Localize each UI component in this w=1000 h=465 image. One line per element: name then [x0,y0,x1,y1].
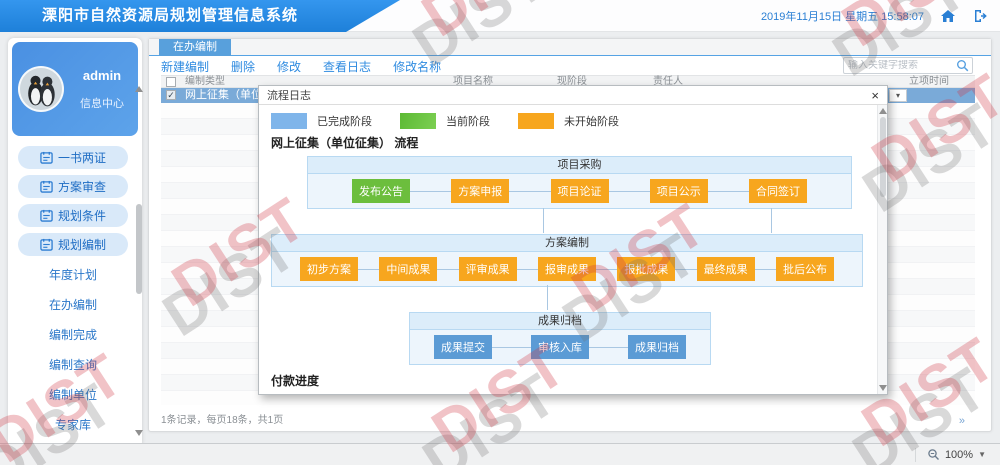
sidebar-item-zaibanbianzhi[interactable]: 在办编制 [18,292,128,316]
payment-progress-title: 付款进度 [271,372,867,389]
flow-connector [543,208,544,233]
flow-connector [771,208,772,233]
home-icon[interactable] [940,8,956,24]
next-page-button[interactable]: » [959,415,965,427]
view-log-button[interactable]: 查看日志 [323,58,371,75]
scrollbar-thumb[interactable] [880,117,886,197]
row-checkbox-checked[interactable]: ✓ [166,90,176,100]
sidebar-item-guihuatiaojian[interactable]: 规划条件 [18,204,128,227]
app-title: 溧阳市自然资源局规划管理信息系统 [42,0,298,32]
legend-swatch-current [400,113,436,129]
zoom-level: 100% [945,449,973,461]
sidebar-scrollbar[interactable] [135,86,143,436]
header-datetime: 2019年11月15日 星期五 15:58:07 [761,8,924,24]
legend-swatch-not-started [518,113,554,129]
column-header: 编制类型 [185,76,225,88]
sidebar-item-yishuliangzheng[interactable]: 一书两证 [18,146,128,169]
flow-title: 网上征集（单位征集） 流程 [271,134,867,151]
process-log-dialog: 流程日志 × 已完成阶段 当前阶段 未开始阶段 网上征集（单位征集） 流程 项目… [258,85,888,395]
sidebar-item-zhuanjiaku[interactable]: 专家库 [18,412,128,436]
flow-diagram: 项目采购 发布公告 方案申报 项目论证 项目公示 合同签订 方案编制 [271,156,869,365]
flow-node[interactable]: 报审成果 [538,257,596,281]
divider [915,448,916,462]
legend-label: 当前阶段 [446,113,490,129]
user-name: admin [83,68,121,83]
browser-status-bar: 100% ▼ [0,443,1000,465]
sidebar-item-bianzhichaxun[interactable]: 编制查询 [18,352,128,376]
flow-node[interactable]: 评审成果 [459,257,517,281]
dialog-content: 已完成阶段 当前阶段 未开始阶段 网上征集（单位征集） 流程 项目采购 发布公告… [259,105,877,394]
search-input[interactable] [844,60,956,71]
pagination-info: 1条记录，每页18条，共1页 [161,411,283,426]
sidebar-item-bianzhiwancheng[interactable]: 编制完成 [18,322,128,346]
scroll-up-icon[interactable] [879,108,887,114]
form-icon [40,151,53,164]
sidebar-item-niandujihua[interactable]: 年度计划 [18,262,128,286]
flow-node[interactable]: 合同签订 [749,179,807,203]
sidebar-item-guihuabianzhi[interactable]: 规划编制 [18,233,128,256]
form-icon [40,180,53,193]
scroll-down-icon[interactable] [135,430,143,436]
section-title: 成果归档 [410,313,710,330]
scroll-up-icon[interactable] [135,86,143,92]
avatar [18,66,64,112]
flow-node[interactable]: 项目公示 [650,179,708,203]
rename-button[interactable]: 修改名称 [393,58,441,75]
sidebar-item-bianzhidanwei[interactable]: 编制单位 [18,382,128,406]
flow-node[interactable]: 项目论证 [551,179,609,203]
dialog-title: 流程日志 [267,87,311,103]
flow-node[interactable]: 初步方案 [300,257,358,281]
search-icon[interactable] [956,59,969,72]
flow-node[interactable]: 方案申报 [451,179,509,203]
app-header: 溧阳市自然资源局规划管理信息系统 2019年11月15日 星期五 15:58:0… [0,0,1000,32]
section-plan-compilation: 方案编制 初步方案 中间成果 评审成果 报审成果 报批成果 最终成果 批后公布 [271,234,863,287]
flow-node[interactable]: 成果归档 [628,335,686,359]
delete-button[interactable]: 删除 [231,58,255,75]
tab-zaibanbianzhi[interactable]: 在办编制 [159,39,231,56]
form-icon [40,209,53,222]
search-box [843,57,973,74]
user-card: admin 信息中心 [12,42,138,136]
column-header: 立项时间 [909,76,949,88]
row-date-dropdown[interactable]: ▾ [889,89,907,102]
flow-node[interactable]: 审核入库 [531,335,589,359]
legend-label: 已完成阶段 [317,113,372,129]
toolbar: 新建编制 删除 修改 查看日志 修改名称 [149,56,991,76]
flow-node[interactable]: 批后公布 [776,257,834,281]
section-title: 项目采购 [308,157,851,174]
dialog-titlebar: 流程日志 × [259,86,887,105]
sidebar-item-fanganshencha[interactable]: 方案审查 [18,175,128,198]
logout-icon[interactable] [972,8,988,24]
user-department: 信息中心 [80,95,124,111]
form-icon [40,238,53,251]
scroll-down-icon[interactable] [879,385,887,391]
section-title: 方案编制 [272,235,862,252]
new-compilation-button[interactable]: 新建编制 [161,58,209,75]
sidebar-menu: 一书两证 方案审查 规划条件 规划编制 年度计划 在办编制 编制完成 编制查询 … [12,136,138,465]
sidebar: admin 信息中心 一书两证 方案审查 规划条件 规划编制 年度计划 在办编制… [8,38,142,448]
dialog-scrollbar[interactable] [877,105,887,394]
flow-node[interactable]: 中间成果 [379,257,437,281]
flow-node[interactable]: 报批成果 [617,257,675,281]
section-results-archiving: 成果归档 成果提交 审核入库 成果归档 [409,312,711,365]
zoom-dropdown-icon[interactable]: ▼ [978,450,986,459]
legend: 已完成阶段 当前阶段 未开始阶段 [271,110,867,132]
select-all-checkbox[interactable] [166,77,176,87]
flow-node[interactable]: 发布公告 [352,179,410,203]
flow-connector [547,285,548,310]
flow-node[interactable]: 最终成果 [697,257,755,281]
zoom-icon [927,448,940,461]
tab-strip: 在办编制 [149,39,991,56]
flow-node[interactable]: 成果提交 [434,335,492,359]
section-project-procurement: 项目采购 发布公告 方案申报 项目论证 项目公示 合同签订 [307,156,852,209]
legend-swatch-completed [271,113,307,129]
legend-label: 未开始阶段 [564,113,619,129]
close-icon[interactable]: × [871,89,879,102]
modify-button[interactable]: 修改 [277,58,301,75]
scrollbar-thumb[interactable] [136,204,142,294]
